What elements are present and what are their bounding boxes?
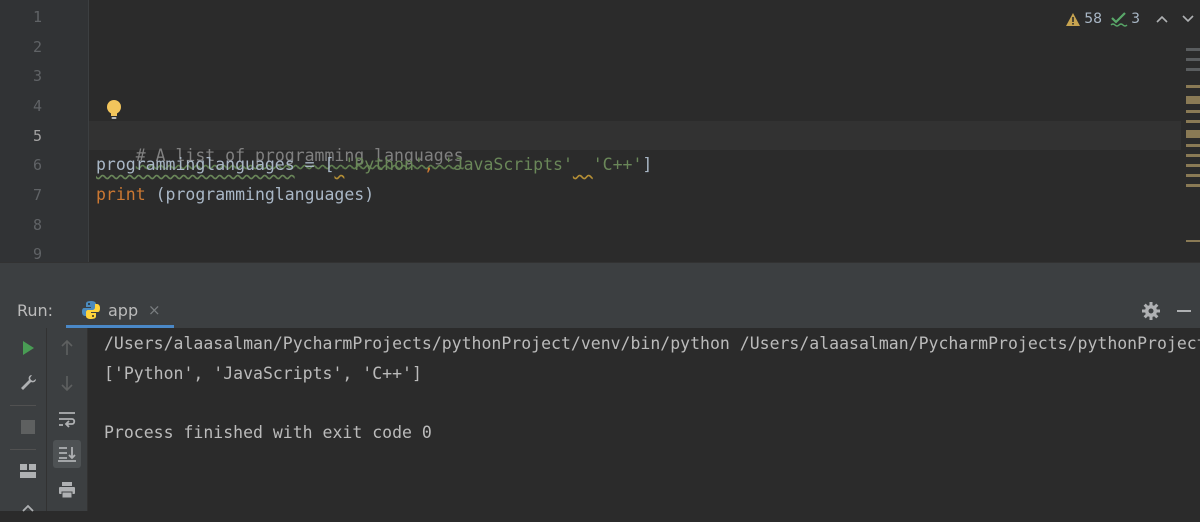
run-toolbar-secondary: [47, 328, 88, 511]
run-console-output[interactable]: /Users/alaasalman/PycharmProjects/python…: [88, 328, 1200, 511]
stop-button[interactable]: [14, 413, 42, 441]
restore-layout-button[interactable]: [14, 457, 42, 485]
code-whitespace-warning: [334, 155, 344, 174]
warnings-counter[interactable]: 58: [1065, 11, 1102, 27]
stop-icon: [21, 420, 35, 434]
stripe-marker[interactable]: [1186, 154, 1200, 157]
stripe-marker[interactable]: [1186, 68, 1200, 71]
scroll-to-end-button[interactable]: [53, 440, 81, 468]
run-toolbar-primary: [0, 328, 47, 512]
line-number: 8: [32, 216, 42, 234]
code-string: 'Python': [344, 155, 424, 174]
stripe-marker[interactable]: [1186, 96, 1200, 104]
gear-icon: [1142, 302, 1160, 320]
previous-highlight-button[interactable]: [1152, 8, 1174, 30]
line-number: 6: [32, 156, 42, 174]
minimize-button[interactable]: [1172, 299, 1196, 323]
next-highlight-button[interactable]: [1178, 8, 1200, 30]
warning-icon: [1066, 12, 1081, 26]
stripe-marker[interactable]: [1186, 130, 1200, 138]
code-whitespace-warning: [573, 155, 593, 174]
typos-count: 3: [1131, 11, 1140, 27]
line-number: 3: [32, 67, 42, 85]
editor-tool-window-divider[interactable]: [0, 262, 1200, 293]
print-icon: [59, 482, 75, 499]
run-tab-app[interactable]: app ×: [66, 292, 174, 328]
stripe-marker[interactable]: [1186, 144, 1200, 147]
line-number: 9: [32, 245, 42, 262]
typos-counter[interactable]: 3: [1110, 11, 1140, 27]
code-comma: ,: [423, 155, 444, 174]
code-string: 'JavaScripts': [443, 155, 573, 174]
code-string: 'C++': [592, 155, 643, 174]
chevron-up-icon: [1155, 15, 1168, 23]
console-line-output[interactable]: ['Python', 'JavaScripts', 'C++']: [104, 363, 422, 385]
scroll-to-end-icon: [58, 447, 76, 462]
lightbulb-icon[interactable]: [105, 99, 123, 121]
wrench-icon: [21, 375, 36, 390]
code-bracket: ]: [642, 155, 653, 174]
error-stripe[interactable]: [1182, 30, 1200, 262]
line-number: 1: [32, 8, 42, 26]
stripe-marker[interactable]: [1186, 58, 1200, 61]
previous-occurrence-button[interactable]: [53, 334, 81, 362]
console-line-exit[interactable]: Process finished with exit code 0: [104, 422, 432, 444]
code-line-6[interactable]: programminglanguages = [ 'Python', 'Java…: [96, 155, 652, 175]
print-button[interactable]: [53, 476, 81, 504]
line-number-gutter[interactable]: 1 2 3 4 5 6 7 8 9: [8, 0, 89, 262]
line-number-current: 5: [32, 127, 42, 145]
editor-left-edge: [0, 0, 8, 262]
warnings-count: 58: [1084, 11, 1103, 27]
stripe-marker[interactable]: [1186, 110, 1200, 113]
toolbar-separator: [10, 449, 36, 450]
soft-wrap-button[interactable]: [53, 405, 81, 433]
line-number: 7: [32, 186, 42, 204]
run-window-title: Run:: [17, 301, 54, 320]
stripe-marker[interactable]: [1186, 48, 1200, 51]
code-identifier: programminglanguages: [96, 155, 295, 174]
arrow-up-icon: [61, 339, 73, 355]
code-line-7[interactable]: print (programminglanguages): [96, 185, 374, 205]
next-occurrence-button[interactable]: [53, 369, 81, 397]
more-actions-button[interactable]: [14, 494, 42, 522]
run-icon: [23, 341, 34, 355]
code-operator: = [: [294, 155, 335, 174]
layout-icon: [20, 464, 36, 478]
inspection-widget[interactable]: 58 3: [1065, 8, 1200, 30]
line-number: 2: [32, 38, 42, 56]
run-tool-window-header: Run: app ×: [0, 292, 1200, 329]
stripe-marker[interactable]: [1186, 184, 1200, 187]
code-call-args: (programminglanguages): [145, 185, 375, 204]
run-tab-label: app: [108, 301, 139, 320]
settings-button[interactable]: [1139, 299, 1163, 323]
console-line-command[interactable]: /Users/alaasalman/PycharmProjects/python…: [104, 333, 1200, 355]
soft-wrap-icon: [59, 412, 76, 428]
typo-check-icon: [1110, 12, 1128, 27]
arrow-down-icon: [61, 376, 73, 392]
minimize-icon: [1177, 310, 1191, 312]
stripe-marker[interactable]: [1186, 164, 1200, 167]
toolbar-separator: [10, 405, 36, 406]
edit-configuration-button[interactable]: [14, 369, 42, 397]
code-keyword: print: [96, 185, 146, 204]
line-number: 4: [32, 97, 42, 115]
code-editor[interactable]: 1 2 3 4 5 6 7 8 9 # A list of programmin…: [0, 0, 1200, 262]
stripe-marker[interactable]: [1186, 85, 1200, 88]
stripe-marker[interactable]: [1186, 120, 1200, 123]
close-tab-button[interactable]: ×: [148, 301, 161, 319]
python-icon: [82, 301, 100, 319]
rerun-button[interactable]: [14, 334, 42, 362]
stripe-marker[interactable]: [1186, 174, 1200, 177]
stripe-marker[interactable]: [1186, 240, 1200, 242]
chevron-down-icon: [1181, 15, 1194, 23]
